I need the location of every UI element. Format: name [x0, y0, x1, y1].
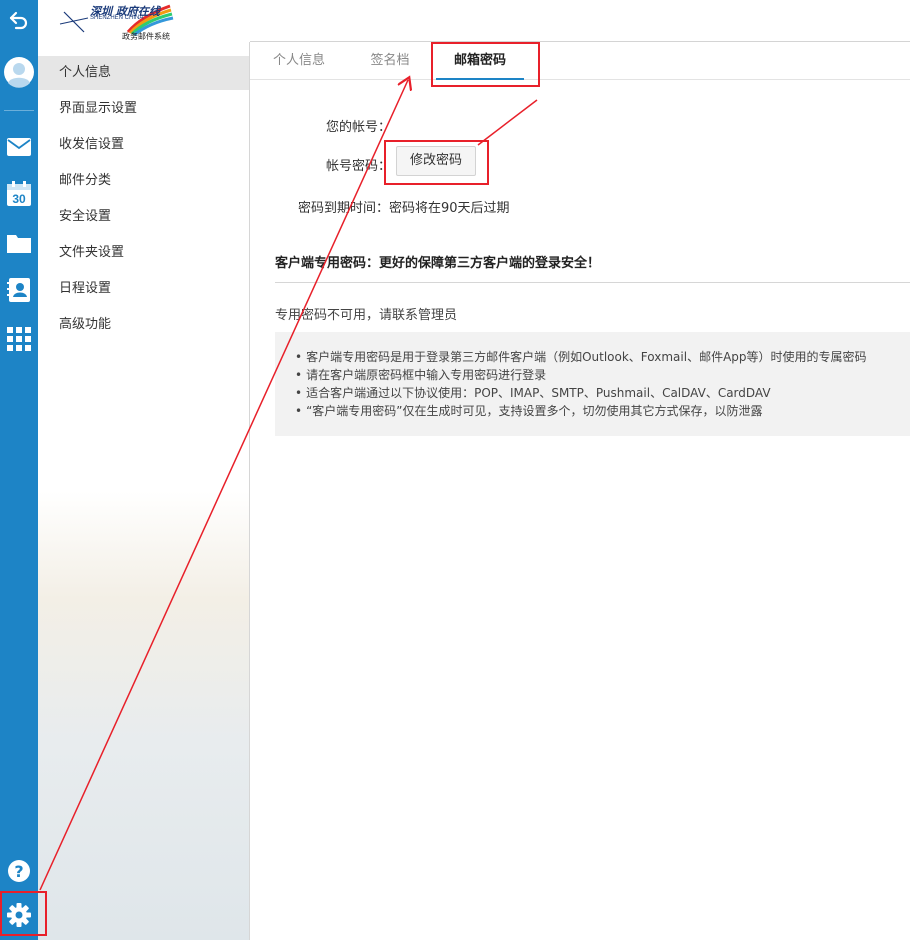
nav-item-personal-info[interactable]: 个人信息: [38, 56, 249, 90]
apps-grid-icon[interactable]: [0, 326, 38, 352]
logo-en-text: SHENZHEN CHINA: [90, 15, 144, 21]
nav-item-display-settings[interactable]: 界面显示设置: [38, 92, 249, 126]
client-password-unavailable: 专用密码不可用，请联系管理员: [275, 308, 458, 323]
tab-signature[interactable]: 签名档: [360, 42, 420, 80]
avatar-icon[interactable]: [0, 54, 38, 90]
logo-system-name: 政务邮件系统: [122, 32, 170, 41]
info-bullet: 适合客户端通过以下协议使用：POP、IMAP、SMTP、Pushmail、Cal…: [295, 384, 910, 402]
info-bullet: 请在客户端原密码框中输入专用密码进行登录: [295, 366, 910, 384]
app-icon-rail: 30 ?: [0, 0, 38, 940]
nav-item-send-receive-settings[interactable]: 收发信设置: [38, 128, 249, 162]
contacts-icon[interactable]: [0, 276, 38, 304]
nav-item-folder-settings[interactable]: 文件夹设置: [38, 236, 249, 270]
tab-mailbox-password[interactable]: 邮箱密码: [436, 42, 524, 80]
folder-icon[interactable]: [0, 230, 38, 256]
section-divider: [275, 282, 910, 283]
settings-tabs: 个人信息 签名档 邮箱密码: [250, 42, 910, 80]
change-password-button[interactable]: 修改密码: [396, 146, 476, 176]
rail-divider: [4, 110, 34, 111]
expiry-value: 密码将在90天后过期: [389, 201, 510, 216]
calendar-icon[interactable]: 30: [0, 180, 38, 208]
nav-item-mail-categories[interactable]: 邮件分类: [38, 164, 249, 198]
gear-icon[interactable]: [0, 900, 38, 930]
tab-personal-info[interactable]: 个人信息: [270, 42, 328, 80]
main-content: 个人信息 签名档 邮箱密码 您的帐号： 帐号密码： 修改密码 密码到期时间：密码…: [250, 42, 910, 940]
info-bullet: 客户端专用密码是用于登录第三方邮件客户端（例如Outlook、Foxmail、邮…: [295, 348, 910, 366]
mail-icon[interactable]: [0, 134, 38, 160]
info-bullet: “客户端专用密码”仅在生成时可见，支持设置多个，切勿使用其它方式保存，以防泄露: [295, 402, 910, 420]
calendar-day-text: 30: [12, 192, 26, 206]
password-expiry-row: 密码到期时间：密码将在90天后过期: [298, 197, 510, 216]
top-bar: [250, 0, 910, 42]
logo-area: 深圳 政府在线 SHENZHEN CHINA 政务邮件系统: [38, 0, 250, 42]
client-password-info-box: 客户端专用密码是用于登录第三方邮件客户端（例如Outlook、Foxmail、邮…: [275, 332, 910, 436]
nav-item-calendar-settings[interactable]: 日程设置: [38, 272, 249, 306]
expiry-label: 密码到期时间：: [298, 201, 390, 216]
back-arrow-icon[interactable]: [0, 6, 38, 34]
settings-nav: 个人信息 界面显示设置 收发信设置 邮件分类 安全设置 文件夹设置 日程设置 高…: [38, 42, 250, 940]
help-glyph: ?: [14, 862, 23, 881]
help-icon[interactable]: ?: [0, 858, 38, 884]
password-label: 帐号密码：: [326, 159, 392, 174]
nav-item-advanced[interactable]: 高级功能: [38, 308, 249, 342]
account-label: 您的帐号：: [326, 120, 392, 135]
client-password-title: 客户端专用密码：更好的保障第三方客户端的登录安全！: [275, 256, 601, 271]
nav-item-security-settings[interactable]: 安全设置: [38, 200, 249, 234]
